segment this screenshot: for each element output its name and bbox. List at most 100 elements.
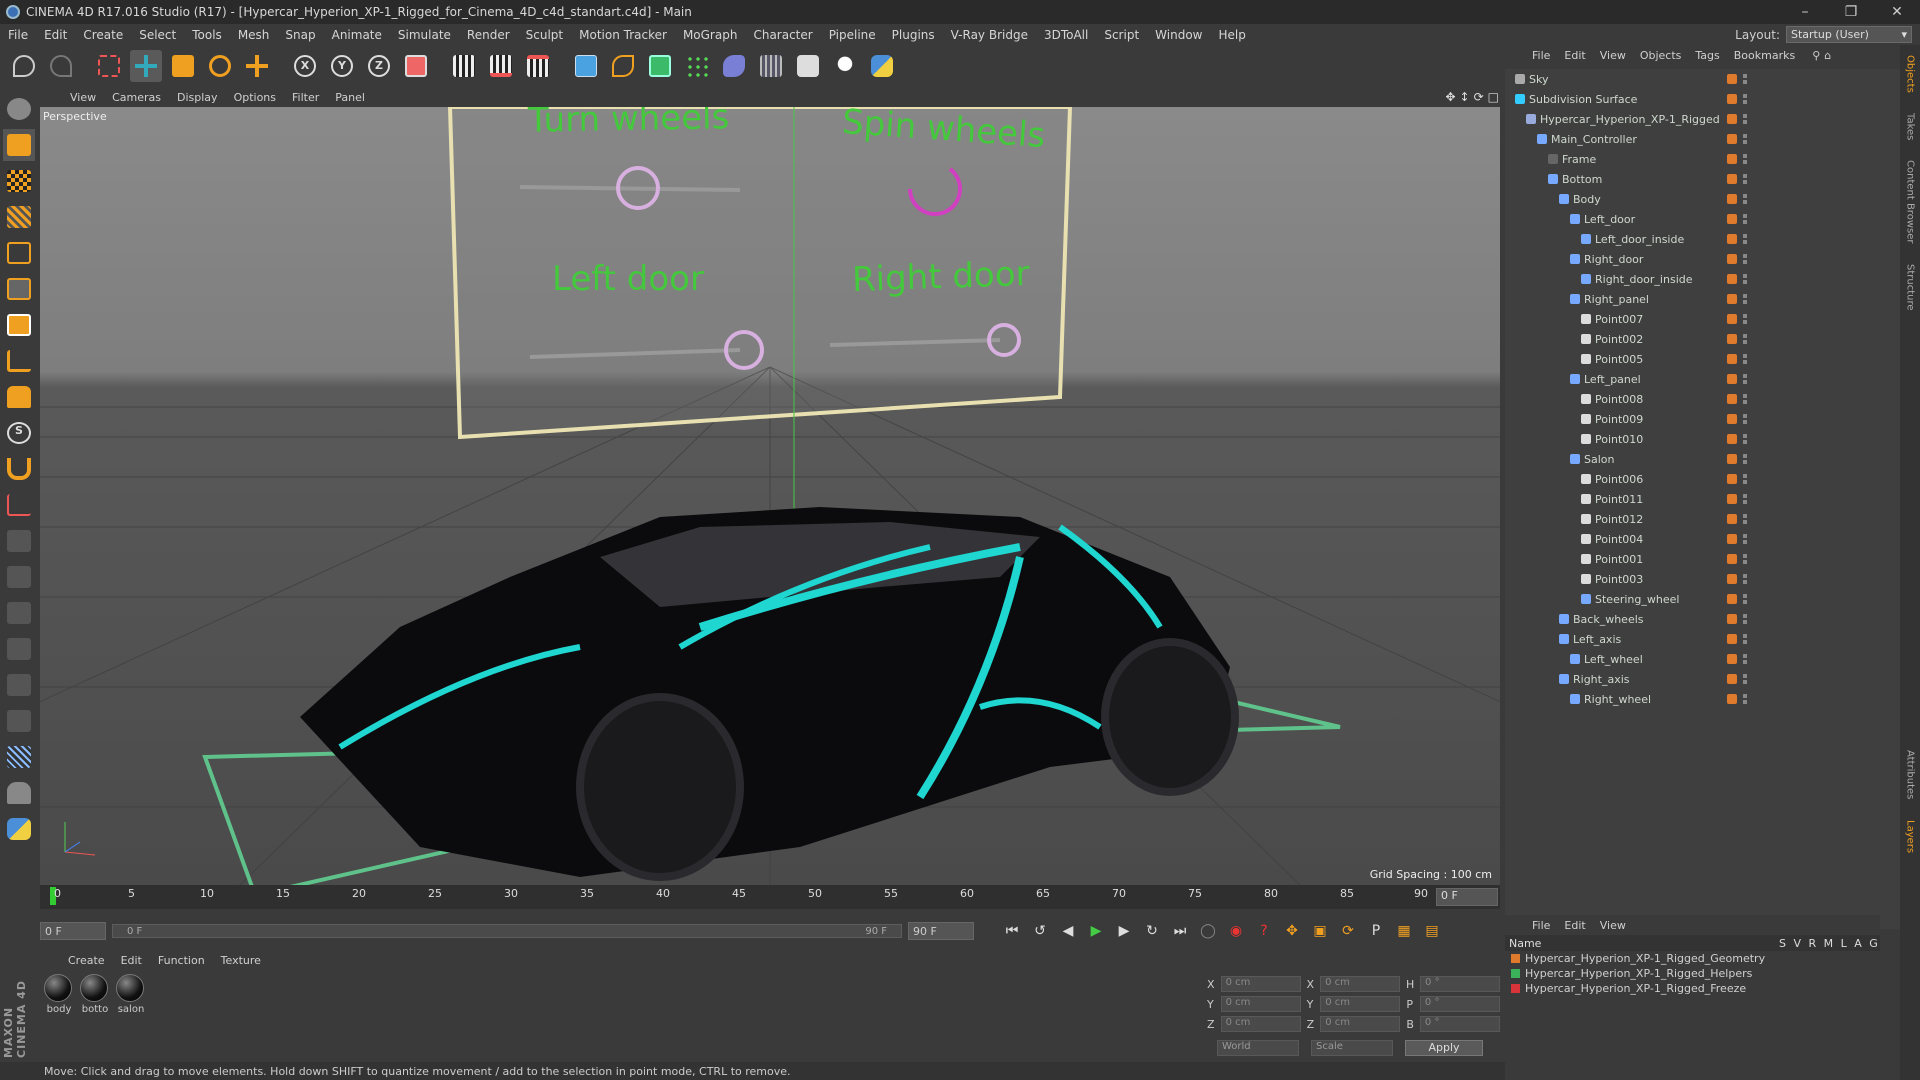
key-rotation-icon[interactable]: ⟳ xyxy=(1336,920,1360,942)
object-menu-file[interactable]: File xyxy=(1527,49,1555,62)
layer-color-icon[interactable] xyxy=(1727,594,1737,604)
object-row[interactable]: Point009 xyxy=(1505,409,1900,429)
visibility-dots-icon[interactable] xyxy=(1743,274,1747,284)
menu-tools[interactable]: Tools xyxy=(184,28,230,42)
layer-color-icon[interactable] xyxy=(1727,514,1737,524)
layer-menu-view[interactable]: View xyxy=(1595,919,1631,932)
visibility-dots-icon[interactable] xyxy=(1743,314,1747,324)
layer-row[interactable]: Hypercar_Hyperion_XP-1_Rigged_Freeze xyxy=(1505,981,1880,996)
object-row[interactable]: Subdivision Surface xyxy=(1505,89,1900,109)
visibility-dots-icon[interactable] xyxy=(1743,454,1747,464)
layer-color-icon[interactable] xyxy=(1727,574,1737,584)
object-row[interactable]: Bottom xyxy=(1505,169,1900,189)
tool-e-button[interactable] xyxy=(3,669,35,701)
key-param-icon[interactable]: P xyxy=(1364,920,1388,942)
visibility-dots-icon[interactable] xyxy=(1743,614,1747,624)
render-view-button[interactable] xyxy=(448,50,480,82)
layer-color-icon[interactable] xyxy=(1727,94,1737,104)
object-row[interactable]: Sky xyxy=(1505,69,1900,89)
viewport-3d[interactable]: Perspective Turn wheels Spin wheels Left… xyxy=(40,107,1500,885)
layer-row[interactable]: Hypercar_Hyperion_XP-1_Rigged_Helpers xyxy=(1505,966,1880,981)
floor-button[interactable] xyxy=(755,50,787,82)
transform-tool-button[interactable] xyxy=(241,50,273,82)
object-row[interactable]: Point011 xyxy=(1505,489,1900,509)
menu-select[interactable]: Select xyxy=(131,28,184,42)
cube-button[interactable] xyxy=(570,50,602,82)
layer-color-icon[interactable] xyxy=(1727,254,1737,264)
texture-mode-button[interactable] xyxy=(3,165,35,197)
visibility-dots-icon[interactable] xyxy=(1743,254,1747,264)
points-mode-button[interactable] xyxy=(3,237,35,269)
layer-color-icon[interactable] xyxy=(1727,274,1737,284)
rotate-tool-button[interactable] xyxy=(204,50,236,82)
motion-record-icon[interactable]: ◯ xyxy=(1196,920,1220,942)
object-row[interactable]: Point007 xyxy=(1505,309,1900,329)
object-row[interactable]: Point005 xyxy=(1505,349,1900,369)
workplane-mode-button[interactable] xyxy=(3,201,35,233)
tool-a-button[interactable] xyxy=(3,525,35,557)
magnet-button[interactable] xyxy=(3,453,35,485)
orbit-icon[interactable]: ⟳ xyxy=(1474,90,1484,104)
layer-color-icon[interactable] xyxy=(1727,694,1737,704)
timeline-ruler[interactable]: 0 5 10 15 20 25 30 35 40 45 50 55 60 65 … xyxy=(40,885,1500,909)
layer-color-icon[interactable] xyxy=(1727,614,1737,624)
range-end-field[interactable]: 90 F xyxy=(908,922,974,940)
rotation-h-field[interactable]: 0 ° xyxy=(1420,976,1500,992)
layer-color-icon[interactable] xyxy=(1727,234,1737,244)
menu-snap[interactable]: Snap xyxy=(277,28,323,42)
layer-color-icon[interactable] xyxy=(1727,134,1737,144)
x-axis-button[interactable]: X xyxy=(289,50,321,82)
visibility-dots-icon[interactable] xyxy=(1743,294,1747,304)
visibility-dots-icon[interactable] xyxy=(1743,534,1747,544)
restore-icon[interactable]: ❐ xyxy=(1828,0,1874,24)
visibility-dots-icon[interactable] xyxy=(1743,94,1747,104)
live-selection-button[interactable] xyxy=(93,50,125,82)
search-icon[interactable]: ⚲ xyxy=(1812,49,1820,62)
visibility-dots-icon[interactable] xyxy=(1743,154,1747,164)
viewport-menu-filter[interactable]: Filter xyxy=(286,91,325,104)
object-menu-view[interactable]: View xyxy=(1595,49,1631,62)
viewport-menu-panel[interactable]: Panel xyxy=(329,91,371,104)
rotation-p-field[interactable]: 0 ° xyxy=(1419,996,1500,1012)
layer-color-icon[interactable] xyxy=(1727,654,1737,664)
render-picture-viewer-button[interactable] xyxy=(485,50,517,82)
scale-tool-button[interactable] xyxy=(167,50,199,82)
visibility-dots-icon[interactable] xyxy=(1743,414,1747,424)
object-row[interactable]: Point012 xyxy=(1505,509,1900,529)
layer-color-icon[interactable] xyxy=(1727,314,1737,324)
object-row[interactable]: Body xyxy=(1505,189,1900,209)
undo-button[interactable] xyxy=(8,50,40,82)
visibility-dots-icon[interactable] xyxy=(1743,634,1747,644)
layer-color-icon[interactable] xyxy=(1727,534,1737,544)
layer-color-icon[interactable] xyxy=(1727,634,1737,644)
layer-color-icon[interactable] xyxy=(1727,354,1737,364)
timeline-window-icon[interactable]: ▤ xyxy=(1420,920,1444,942)
visibility-dots-icon[interactable] xyxy=(1743,214,1747,224)
visibility-dots-icon[interactable] xyxy=(1743,434,1747,444)
move-tool-button[interactable] xyxy=(130,50,162,82)
tool-d-button[interactable] xyxy=(3,633,35,665)
menu-create[interactable]: Create xyxy=(75,28,131,42)
visibility-dots-icon[interactable] xyxy=(1743,114,1747,124)
snap-button[interactable]: S xyxy=(3,417,35,449)
layer-color-icon[interactable] xyxy=(1727,474,1737,484)
position-z-field[interactable]: 0 cm xyxy=(1220,1016,1301,1032)
tab-takes[interactable]: Takes xyxy=(1905,113,1916,140)
grid-lock-button[interactable] xyxy=(3,741,35,773)
tab-content-browser[interactable]: Content Browser xyxy=(1905,160,1916,243)
object-menu-tags[interactable]: Tags xyxy=(1690,49,1724,62)
visibility-dots-icon[interactable] xyxy=(1743,234,1747,244)
layer-color-icon[interactable] xyxy=(1727,114,1737,124)
deformer-button[interactable] xyxy=(718,50,750,82)
visibility-dots-icon[interactable] xyxy=(1743,574,1747,584)
menu-render[interactable]: Render xyxy=(459,28,518,42)
viewport-menu-display[interactable]: Display xyxy=(171,91,224,104)
pan-icon[interactable]: ✥ xyxy=(1445,90,1455,104)
menu-3dtoall[interactable]: 3DToAll xyxy=(1036,28,1096,42)
range-start-field[interactable]: 0 F xyxy=(40,922,106,940)
visibility-dots-icon[interactable] xyxy=(1743,174,1747,184)
object-row[interactable]: Right_panel xyxy=(1505,289,1900,309)
tab-structure[interactable]: Structure xyxy=(1905,264,1916,311)
menu-character[interactable]: Character xyxy=(745,28,820,42)
layer-color-icon[interactable] xyxy=(1727,454,1737,464)
